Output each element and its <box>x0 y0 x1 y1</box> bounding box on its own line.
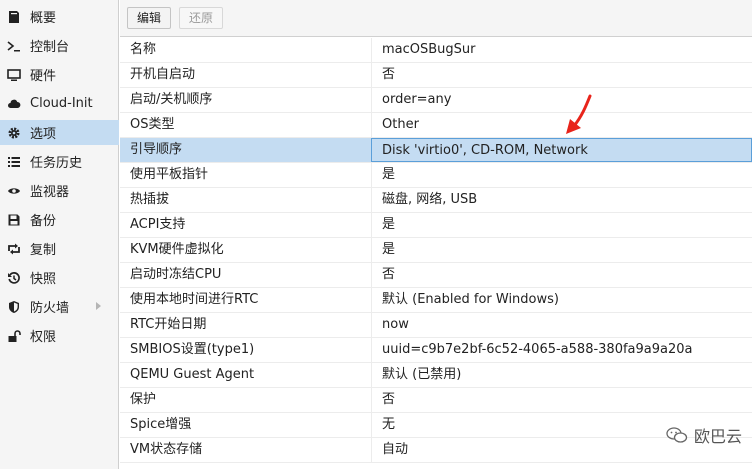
wechat-icon <box>666 427 688 443</box>
table-row[interactable]: ACPI支持 是 <box>120 213 752 238</box>
option-value: 是 <box>371 238 752 262</box>
edit-button[interactable]: 编辑 <box>127 7 172 29</box>
option-key: OS类型 <box>130 117 175 132</box>
sidebar-item-label: 快照 <box>30 272 57 287</box>
sidebar-item-label: 备份 <box>30 214 57 229</box>
table-row[interactable]: 热插拔 磁盘, 网络, USB <box>120 188 752 213</box>
option-key: 启动时冻结CPU <box>130 267 222 282</box>
option-value: 否 <box>371 388 752 412</box>
watermark: 欧巴云 <box>666 423 742 447</box>
sidebar-item-summary[interactable]: 概要 <box>0 4 119 29</box>
option-key: 启动/关机顺序 <box>130 92 213 107</box>
table-row[interactable]: 使用本地时间进行RTC 默认 (Enabled for Windows) <box>120 288 752 313</box>
option-key: KVM硬件虚拟化 <box>130 242 224 257</box>
option-key: 使用本地时间进行RTC <box>130 292 259 307</box>
eye-icon <box>6 183 22 199</box>
option-value: 否 <box>371 263 752 287</box>
unlock-icon <box>6 328 22 344</box>
sidebar-item-monitor[interactable]: 监视器 <box>0 178 119 203</box>
sidebar-item-replication[interactable]: 复制 <box>0 236 119 261</box>
sidebar-item-task-history[interactable]: 任务历史 <box>0 149 119 174</box>
table-row[interactable]: KVM硬件虚拟化 是 <box>120 238 752 263</box>
option-value: 磁盘, 网络, USB <box>371 188 752 212</box>
retweet-icon <box>6 241 22 257</box>
sidebar-item-label: 权限 <box>30 330 57 345</box>
sidebar-item-label: Cloud-Init <box>30 96 93 111</box>
option-key: 引导顺序 <box>130 142 183 157</box>
table-row[interactable]: QEMU Guest Agent 默认 (已禁用) <box>120 363 752 388</box>
option-value: uuid=c9b7e2bf-6c52-4065-a588-380fa9a9a20… <box>371 338 752 362</box>
cloud-icon <box>6 96 22 112</box>
option-key: 名称 <box>130 42 157 57</box>
options-panel: 编辑 还原 名称 macOSBugSur 开机自启动 否 启动/关机顺序 ord… <box>120 0 752 469</box>
sidebar-item-label: 防火墙 <box>30 301 70 316</box>
table-row-selected[interactable]: 引导顺序 Disk 'virtio0', CD-ROM, Network <box>120 138 752 163</box>
option-key: ACPI支持 <box>130 217 186 232</box>
sidebar-item-backup[interactable]: 备份 <box>0 207 119 232</box>
table-row[interactable]: SMBIOS设置(type1) uuid=c9b7e2bf-6c52-4065-… <box>120 338 752 363</box>
option-value: 是 <box>371 163 752 187</box>
option-value: 默认 (已禁用) <box>371 363 752 387</box>
sidebar-item-label: 任务历史 <box>30 156 83 171</box>
option-key: VM状态存储 <box>130 442 203 457</box>
sidebar-item-label: 选项 <box>30 127 57 142</box>
sidebar-item-label: 概要 <box>30 11 57 26</box>
sidebar-item-label: 监视器 <box>30 185 70 200</box>
option-key: 使用平板指针 <box>130 167 209 182</box>
option-value: now <box>371 313 752 337</box>
table-row[interactable]: Spice增强 无 <box>120 413 752 438</box>
toolbar: 编辑 还原 <box>120 0 752 37</box>
option-key: 保护 <box>130 392 157 407</box>
sidebar-item-firewall[interactable]: 防火墙 <box>0 294 119 319</box>
option-value: 否 <box>371 63 752 87</box>
sidebar-item-label: 硬件 <box>30 69 57 84</box>
sidebar-item-snapshots[interactable]: 快照 <box>0 265 119 290</box>
option-key: RTC开始日期 <box>130 317 207 332</box>
table-row[interactable]: 启动/关机顺序 order=any <box>120 88 752 113</box>
revert-button[interactable]: 还原 <box>179 7 224 29</box>
sidebar-item-options[interactable]: 选项 <box>0 120 119 145</box>
table-row[interactable]: 启动时冻结CPU 否 <box>120 263 752 288</box>
option-value: macOSBugSur <box>371 38 752 62</box>
history-icon <box>6 270 22 286</box>
sidebar-item-label: 复制 <box>30 243 57 258</box>
table-row[interactable]: OS类型 Other <box>120 113 752 138</box>
floppy-icon <box>6 212 22 228</box>
sidebar-item-label: 控制台 <box>30 40 70 55</box>
option-key: 热插拔 <box>130 192 170 207</box>
option-value: 默认 (Enabled for Windows) <box>371 288 752 312</box>
sidebar-item-hardware[interactable]: 硬件 <box>0 62 119 87</box>
table-row[interactable]: 名称 macOSBugSur <box>120 38 752 63</box>
watermark-text: 欧巴云 <box>693 427 742 446</box>
shield-icon <box>6 299 22 315</box>
table-row[interactable]: 保护 否 <box>120 388 752 413</box>
table-row[interactable]: 使用平板指针 是 <box>120 163 752 188</box>
table-row[interactable]: 开机自启动 否 <box>120 63 752 88</box>
gear-icon <box>6 125 22 141</box>
monitor-icon <box>6 67 22 83</box>
option-key: SMBIOS设置(type1) <box>130 342 255 357</box>
sidebar-item-cloud-init[interactable]: Cloud-Init <box>0 91 119 116</box>
expand-arrow-icon[interactable] <box>96 302 101 310</box>
sidebar-item-console[interactable]: 控制台 <box>0 33 119 58</box>
list-icon <box>6 154 22 170</box>
table-row[interactable]: VM状态存储 自动 <box>120 438 752 463</box>
sidebar-item-permissions[interactable]: 权限 <box>0 323 119 348</box>
option-key: QEMU Guest Agent <box>130 367 255 382</box>
annotation-arrow-icon <box>566 94 592 134</box>
option-key: Spice增强 <box>130 417 192 432</box>
sidebar: 概要 控制台 硬件 Cloud-Init 选项 任务历史 监视器 备份 复制 快… <box>0 0 119 469</box>
option-value: 是 <box>371 213 752 237</box>
option-key: 开机自启动 <box>130 67 196 82</box>
table-row[interactable]: RTC开始日期 now <box>120 313 752 338</box>
book-icon <box>6 9 22 25</box>
terminal-icon <box>6 38 22 54</box>
